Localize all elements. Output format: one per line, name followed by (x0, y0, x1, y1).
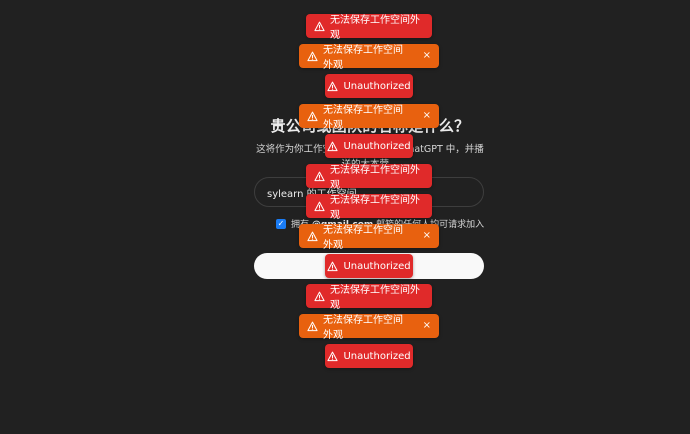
toast-error[interactable]: Unauthorized (325, 344, 413, 368)
toast-error[interactable]: Unauthorized (325, 134, 413, 158)
toast-warning[interactable]: 无法保存工作空间外观 × (299, 104, 439, 131)
toast-stack: 无法保存工作空间外观 无法保存工作空间外观 × Unauthorized 无法保… (0, 0, 690, 434)
toast-message: 无法保存工作空间外观 (330, 285, 420, 311)
toast-message: Unauthorized (343, 350, 411, 362)
warning-triangle-icon (314, 21, 325, 31)
warning-triangle-icon (307, 111, 318, 121)
toast-error[interactable]: 无法保存工作空间外观 (306, 14, 432, 41)
toast-error[interactable]: Unauthorized (325, 254, 413, 278)
warning-triangle-icon (327, 261, 339, 271)
close-icon[interactable]: × (423, 51, 431, 61)
toast-warning[interactable]: 无法保存工作空间外观 × (299, 44, 439, 71)
toast-error[interactable]: 无法保存工作空间外观 (306, 284, 432, 311)
warning-triangle-icon (314, 291, 325, 301)
toast-message: Unauthorized (343, 260, 411, 272)
toast-message: 无法保存工作空间外观 (330, 165, 420, 191)
close-icon[interactable]: × (423, 321, 431, 331)
close-icon[interactable]: × (423, 231, 431, 241)
warning-triangle-icon (307, 321, 318, 331)
toast-message: 无法保存工作空间外观 (323, 225, 403, 251)
toast-message: 无法保存工作空间外观 (323, 105, 403, 131)
toast-error[interactable]: 无法保存工作空间外观 (306, 164, 432, 191)
warning-triangle-icon (327, 351, 339, 361)
warning-triangle-icon (307, 51, 318, 61)
toast-message: 无法保存工作空间外观 (323, 315, 403, 341)
warning-triangle-icon (327, 141, 339, 151)
toast-message: 无法保存工作空间外观 (330, 15, 420, 41)
warning-triangle-icon (327, 81, 339, 91)
warning-triangle-icon (307, 231, 318, 241)
toast-message: Unauthorized (343, 140, 411, 152)
allow-join-checkbox[interactable]: ✓ (276, 218, 286, 229)
toast-error[interactable]: 无法保存工作空间外观 (306, 194, 432, 221)
close-icon[interactable]: × (423, 111, 431, 121)
toast-message: Unauthorized (343, 80, 411, 92)
toast-warning[interactable]: 无法保存工作空间外观 × (299, 224, 439, 251)
warning-triangle-icon (314, 201, 325, 211)
toast-message: 无法保存工作空间外观 (330, 195, 420, 221)
toast-warning[interactable]: 无法保存工作空间外观 × (299, 314, 439, 341)
warning-triangle-icon (314, 171, 325, 181)
toast-message: 无法保存工作空间外观 (323, 45, 403, 71)
workspace-setup-page: 贵公司或团队的名称是什么？ 这将作为你工作空间的名称显示在 ChatGPT 中，… (0, 0, 690, 434)
toast-error[interactable]: Unauthorized (325, 74, 413, 98)
